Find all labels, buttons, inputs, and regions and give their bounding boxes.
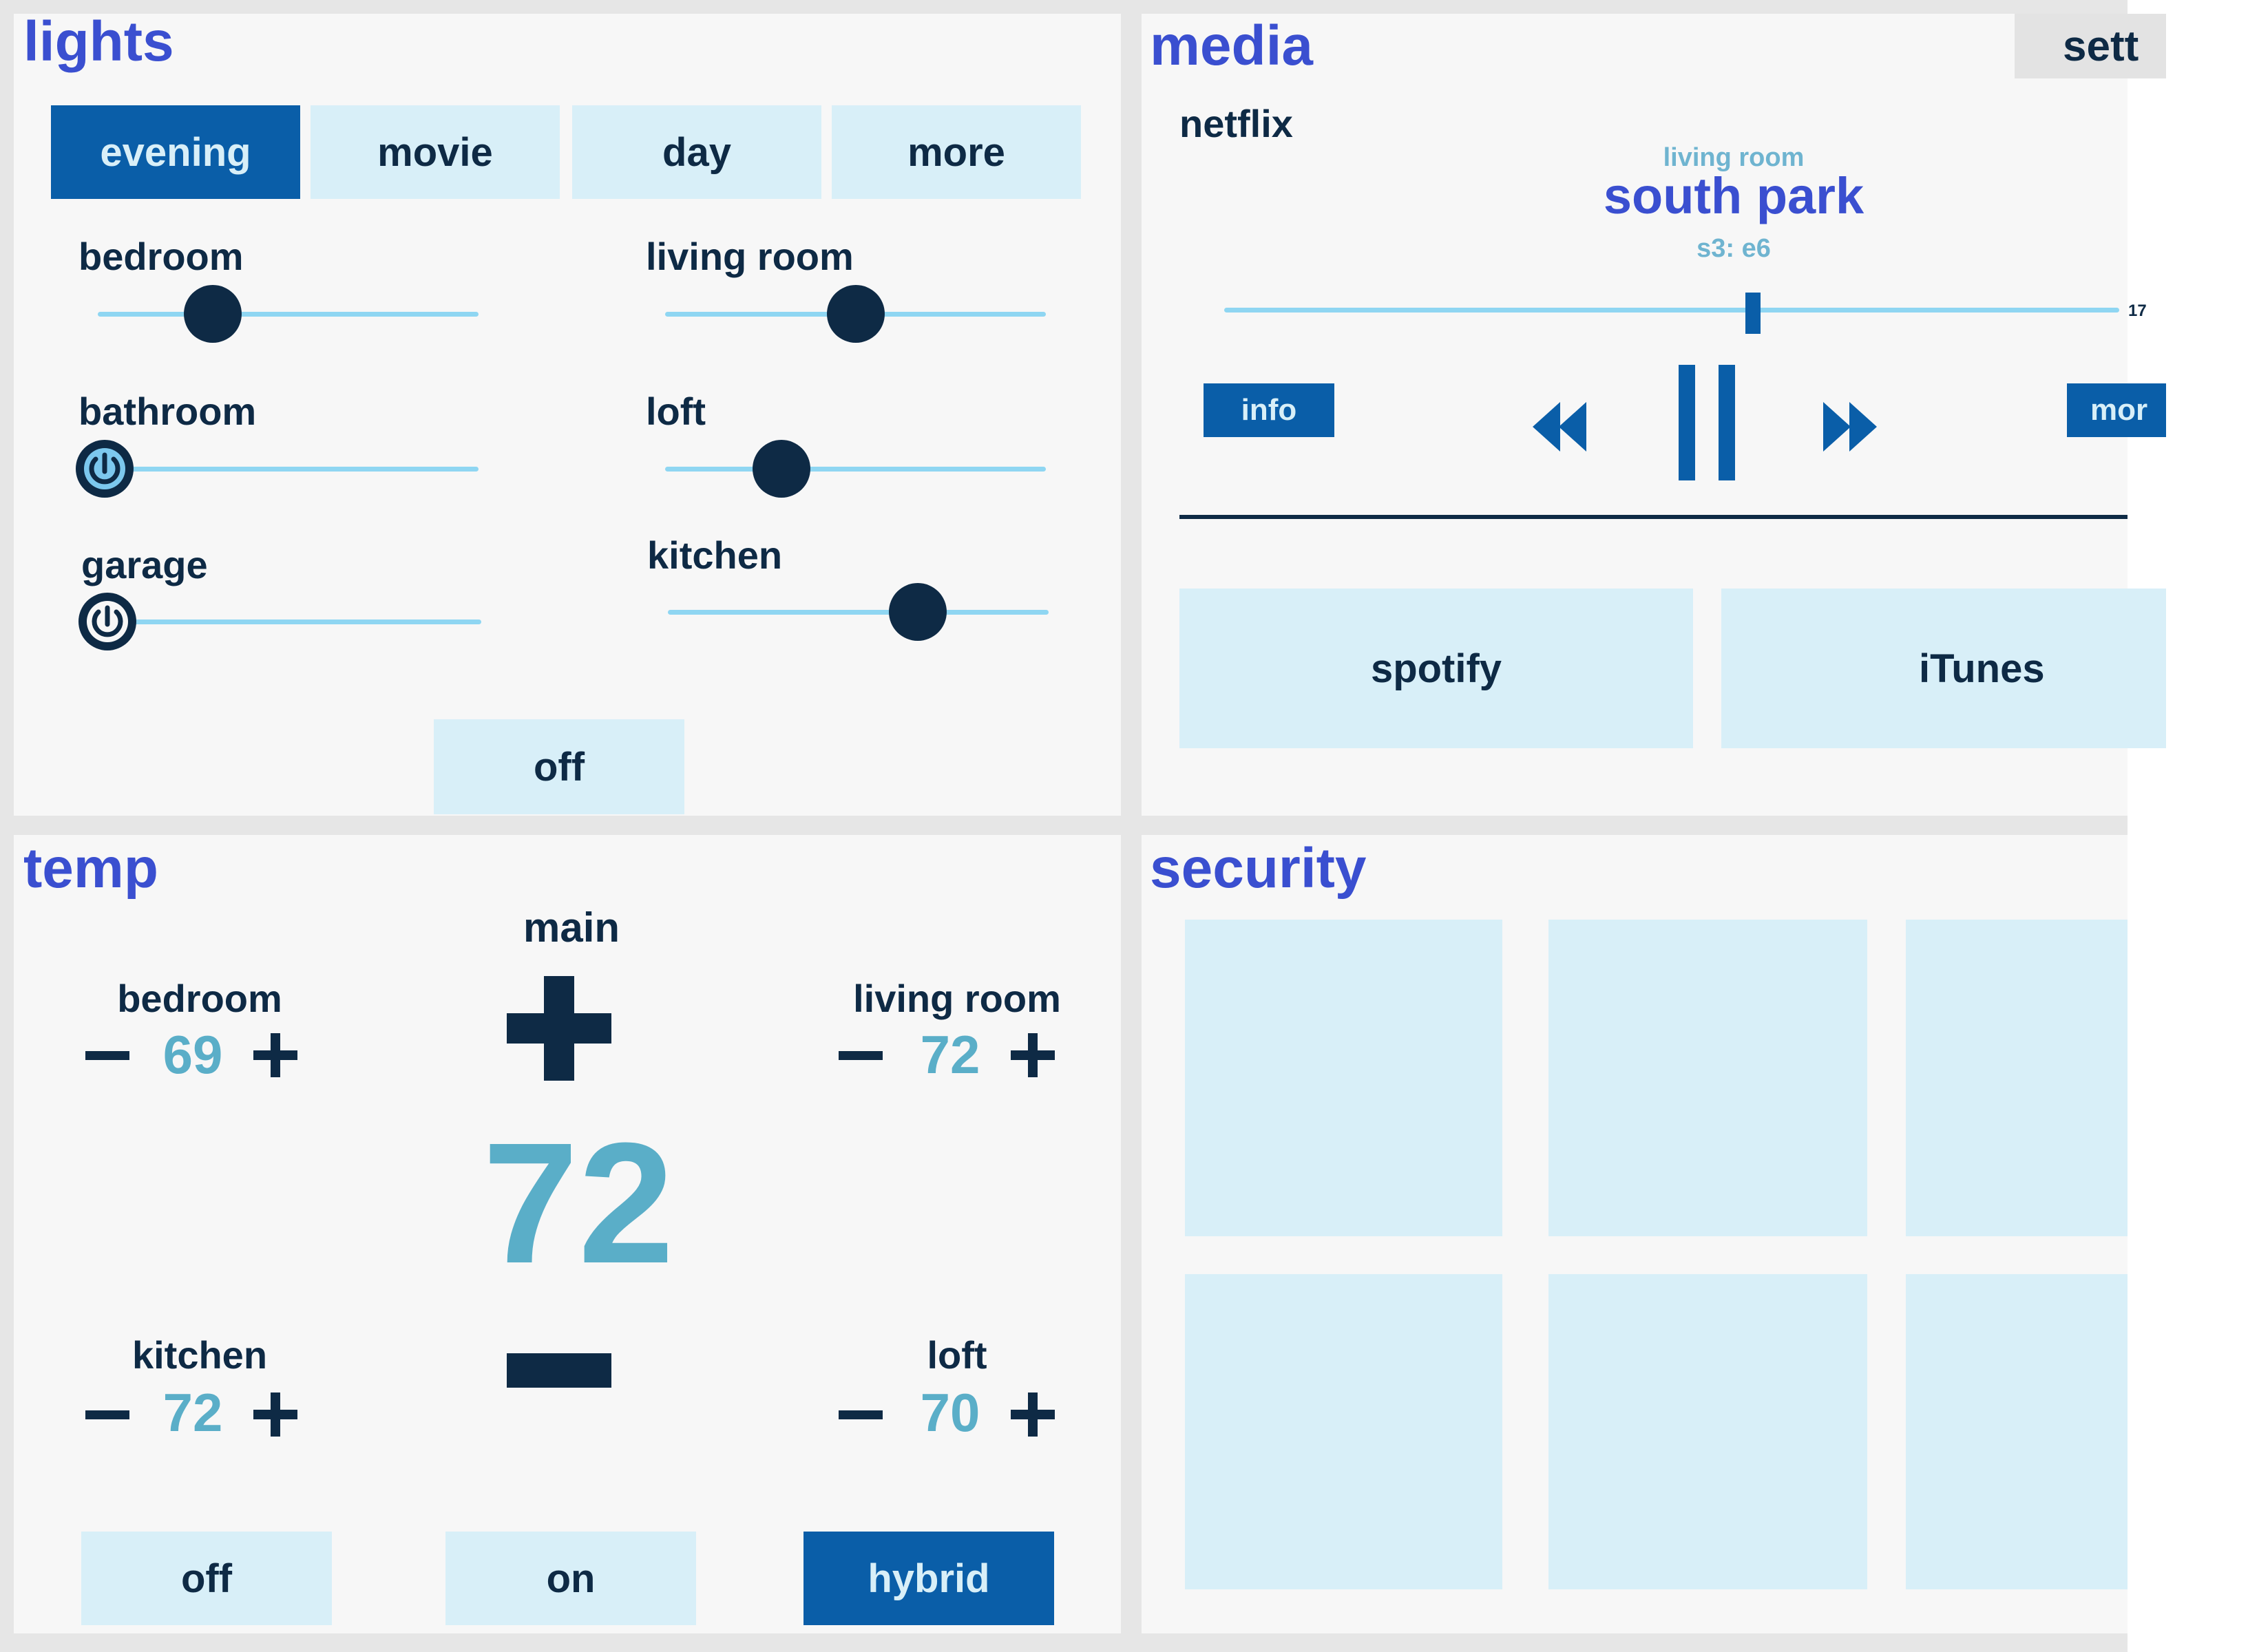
camera-feed-2[interactable] bbox=[1548, 920, 1867, 1236]
temp-bedroom-decrease-icon[interactable] bbox=[85, 1041, 129, 1069]
temp-bedroom-value: 69 bbox=[162, 1024, 223, 1085]
temp-main-label: main bbox=[523, 904, 620, 951]
pause-icon[interactable] bbox=[1676, 365, 1738, 480]
light-bedroom-label: bedroom bbox=[78, 235, 244, 278]
light-loft-label: loft bbox=[646, 390, 706, 433]
source-itunes-button[interactable]: iTunes bbox=[1721, 589, 2166, 748]
fast-forward-icon[interactable] bbox=[1822, 399, 1877, 454]
temp-mode-on-button[interactable]: on bbox=[445, 1532, 696, 1625]
light-bathroom-label: bathroom bbox=[78, 390, 257, 433]
media-info-button[interactable]: info bbox=[1204, 383, 1334, 437]
security-title: security bbox=[1150, 837, 1367, 900]
temp-mode-off-button[interactable]: off bbox=[81, 1532, 332, 1625]
temp-kitchen-decrease-icon[interactable] bbox=[85, 1401, 129, 1428]
light-bedroom-track[interactable] bbox=[98, 312, 479, 317]
light-garage-power-icon[interactable] bbox=[78, 593, 136, 650]
media-more-button[interactable]: mor bbox=[2067, 383, 2166, 437]
lights-title: lights bbox=[23, 10, 174, 73]
light-bathroom-track[interactable] bbox=[98, 467, 479, 472]
temp-main-value: 72 bbox=[482, 1107, 675, 1299]
temp-loft-increase-icon[interactable] bbox=[1011, 1392, 1055, 1437]
temp-living-room-label: living room bbox=[853, 977, 1061, 1020]
temp-main-decrease-icon[interactable] bbox=[507, 1353, 611, 1388]
camera-feed-6[interactable] bbox=[1906, 1274, 2128, 1589]
light-living-room-slider-knob[interactable] bbox=[827, 285, 885, 343]
security-panel: security bbox=[1142, 835, 2128, 1633]
camera-feed-5[interactable] bbox=[1548, 1274, 1867, 1589]
settings-tab[interactable]: sett bbox=[2015, 14, 2166, 78]
source-spotify-button[interactable]: spotify bbox=[1179, 589, 1693, 748]
camera-feed-1[interactable] bbox=[1185, 920, 1502, 1236]
temp-living-room-increase-icon[interactable] bbox=[1011, 1033, 1055, 1077]
scene-more-button[interactable]: more bbox=[832, 105, 1081, 199]
temp-title: temp bbox=[23, 837, 158, 900]
scene-day-button[interactable]: day bbox=[572, 105, 821, 199]
temp-kitchen-label: kitchen bbox=[132, 1333, 268, 1377]
lights-off-button[interactable]: off bbox=[434, 719, 684, 814]
rewind-icon[interactable] bbox=[1533, 399, 1588, 454]
light-bedroom-slider-knob[interactable] bbox=[184, 285, 242, 343]
media-source-label: netflix bbox=[1179, 102, 1293, 145]
temp-kitchen-value: 72 bbox=[162, 1382, 223, 1443]
temp-loft-label: loft bbox=[927, 1333, 987, 1377]
temp-mode-hybrid-button[interactable]: hybrid bbox=[803, 1532, 1054, 1625]
light-kitchen-label: kitchen bbox=[647, 533, 783, 577]
light-living-room-label: living room bbox=[646, 235, 854, 278]
light-garage-label: garage bbox=[81, 543, 208, 586]
scene-evening-button[interactable]: evening bbox=[51, 105, 300, 199]
temp-living-room-decrease-icon[interactable] bbox=[839, 1041, 883, 1069]
lights-panel: lights evening movie day more bedroom li… bbox=[14, 14, 1121, 816]
media-time-label: 17 bbox=[2128, 301, 2147, 320]
media-divider bbox=[1179, 515, 2128, 519]
media-progress-handle[interactable] bbox=[1745, 293, 1761, 334]
temp-kitchen-increase-icon[interactable] bbox=[253, 1392, 297, 1437]
temp-loft-value: 70 bbox=[920, 1382, 980, 1443]
temp-loft-decrease-icon[interactable] bbox=[839, 1401, 883, 1428]
temp-bedroom-label: bedroom bbox=[117, 977, 282, 1020]
light-kitchen-slider-knob[interactable] bbox=[889, 583, 947, 641]
temp-living-room-value: 72 bbox=[920, 1024, 980, 1085]
light-loft-track[interactable] bbox=[665, 467, 1046, 472]
temp-main-increase-icon[interactable] bbox=[507, 976, 611, 1081]
media-episode-label: s3: e6 bbox=[1696, 234, 1771, 263]
media-title: media bbox=[1150, 14, 1313, 77]
temp-panel: temp main 72 bedroom 69 living room 72 k… bbox=[14, 835, 1121, 1633]
camera-feed-4[interactable] bbox=[1185, 1274, 1502, 1589]
temp-bedroom-increase-icon[interactable] bbox=[253, 1033, 297, 1077]
light-loft-slider-knob[interactable] bbox=[753, 440, 810, 498]
camera-feed-3[interactable] bbox=[1906, 920, 2128, 1236]
media-show-title: south park bbox=[1603, 167, 1864, 224]
media-panel: media sett netflix living room south par… bbox=[1142, 14, 2166, 816]
media-progress-track[interactable] bbox=[1224, 308, 2119, 313]
light-bathroom-power-icon[interactable] bbox=[76, 440, 134, 498]
scene-movie-button[interactable]: movie bbox=[311, 105, 560, 199]
light-kitchen-track[interactable] bbox=[668, 610, 1049, 615]
light-garage-track[interactable] bbox=[101, 620, 481, 624]
